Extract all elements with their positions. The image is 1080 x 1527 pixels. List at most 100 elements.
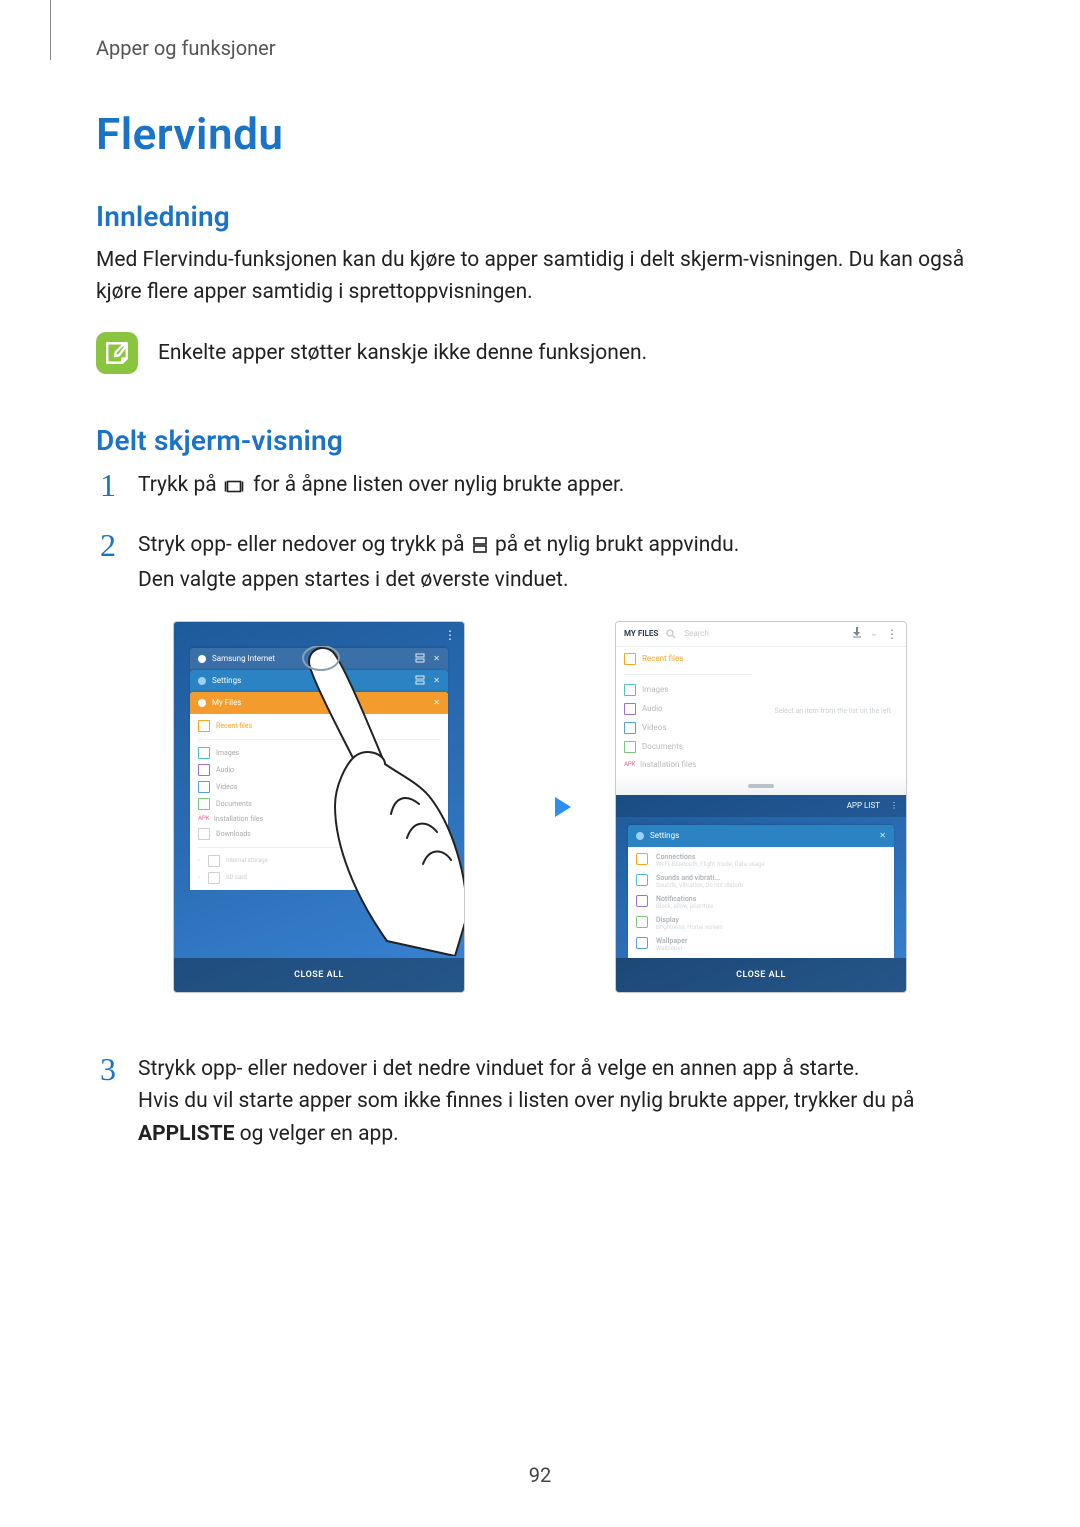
chevron-down-icon: ⌄ [870,628,878,639]
app-icon-dot [636,832,644,840]
arrow-icon [505,792,575,822]
fm-hint: Select an item from the list on the left [340,830,440,837]
card-title: Samsung Internet [212,654,275,663]
setting-title: Connections [656,853,765,861]
running-header: Apper og funksjoner [96,36,984,60]
fm-label: Recent files [642,654,683,663]
intro-paragraph: Med Flervindu-funksjonen kan du kjøre to… [96,245,984,308]
video-icon [624,722,636,734]
appliste-label: APPLISTE [138,1122,234,1146]
fm-label: Downloads [216,830,334,838]
setting-subtitle: Sounds, Vibration, Do not disturb [656,882,743,889]
app-icon-dot [198,677,206,685]
clock-icon [198,720,210,732]
sdcard-icon [208,872,220,884]
download-icon [852,626,862,641]
fm-label: Images [216,749,239,757]
step-row-1: 1 Trykk på for å åpne listen over nylig … [96,469,984,505]
close-all-button[interactable]: CLOSE ALL [616,958,906,992]
recent-card: Settings ✕ ConnectionsWi-Fi, Bluetooth, … [628,825,894,958]
setting-title: Display [656,916,723,924]
step-body: Strykk opp- eller nedover i det nedre vi… [138,1053,984,1151]
page-title: Flervindu [96,108,984,160]
figure-row: ⋮ Samsung Internet ✕ Settings [96,621,984,993]
fm-label: Audio [642,704,663,713]
search-placeholder[interactable]: Search [684,629,709,638]
card-title: Settings [650,831,679,840]
step-row-3: 3 Strykk opp- eller nedover i det nedre … [96,1053,984,1151]
fm-label: Internal storage [226,857,268,864]
more-icon: ⋮ [890,801,898,810]
setting-subtitle: Wallpaper [656,945,687,952]
note-text: Enkelte apper støtter kanskje ikke denne… [158,341,647,365]
top-sidebar: Recent files Images Audio Videos Documen… [616,647,760,775]
step-number: 1 [96,469,120,501]
step3-line2-before: Hvis du vil starte apper som ikke finnes… [138,1089,914,1113]
fm-label: Videos [642,723,666,732]
download-icon [198,828,210,840]
document-icon [624,741,636,753]
split-window-icon [415,653,425,665]
audio-icon [198,764,210,776]
card-title: Settings [212,676,241,685]
notifications-icon [636,895,648,907]
device-statusbar: ⋮ [174,622,464,648]
recent-card: My Files ✕ Recent files Images Audio Vid… [190,692,448,890]
split-window-icon [472,532,488,565]
card-title: My Files [212,698,241,707]
image-icon [198,747,210,759]
setting-subtitle: Brightness, Home screen [656,924,723,931]
top-empty-hint: Select an item from the list on the left [760,647,906,775]
note-row: Enkelte apper støtter kanskje ikke denne… [96,332,984,374]
split-heading: Delt skjerm-visning [96,424,984,457]
fm-label: SD card [226,874,247,881]
split-divider[interactable] [616,775,906,795]
step-body: Trykk på for å åpne listen over nylig br… [138,469,984,505]
top-app-header: MY FILES Search ⌄ ⋮ [616,622,906,647]
bottom-pane-header: APP LIST ⋮ [616,795,906,817]
setting-title: Sounds and vibrati... [656,874,743,882]
close-icon: ✕ [433,676,440,685]
split-handle[interactable] [748,784,774,788]
clock-icon [624,653,636,665]
step1-text-before: Trykk på [138,473,222,497]
fm-label: Documents [216,800,252,808]
fm-label: Recent files [216,722,252,730]
setting-title: Notifications [656,895,713,903]
close-all-button[interactable]: CLOSE ALL [174,958,464,992]
app-list-button[interactable]: APP LIST [847,801,880,810]
close-icon: ✕ [879,831,886,840]
intro-heading: Innledning [96,200,984,233]
step-number: 3 [96,1053,120,1085]
display-icon [636,916,648,928]
split-bottom-pane: APP LIST ⋮ Settings ✕ ConnectionsWi-Fi, … [616,795,906,992]
step2-text-before: Stryk opp- eller nedover og trykk på [138,533,470,557]
recent-card: Samsung Internet ✕ [190,648,448,670]
fm-label: Videos [216,783,237,791]
step3-line1: Strykk opp- eller nedover i det nedre vi… [138,1057,859,1081]
close-icon: ✕ [433,654,440,663]
page-content: Apper og funksjoner Flervindu Innledning… [0,0,1080,1150]
device-right: MY FILES Search ⌄ ⋮ Recent files Images … [615,621,907,993]
step2-text-after: på et nylig brukt appvindu. [495,533,739,557]
apk-icon: APK [198,815,208,822]
document-icon [198,798,210,810]
fm-label: Documents [642,742,683,751]
setting-title: Wallpaper [656,937,687,945]
page-number: 92 [0,1463,1080,1487]
wallpaper-icon [636,937,648,949]
audio-icon [624,703,636,715]
recent-card: Settings ✕ [190,670,448,692]
fm-label: Audio [216,766,234,774]
image-icon [624,684,636,696]
close-icon: ✕ [433,698,440,707]
setting-subtitle: Block, allow, prioritize [656,903,713,910]
setting-subtitle: Wi-Fi, Bluetooth, Flight mode, Data usag… [656,861,765,868]
connections-icon [636,853,648,865]
fm-label: Installation files [640,760,696,769]
fm-label: Images [642,685,668,694]
step-row-2: 2 Stryk opp- eller nedover og trykk på p… [96,529,984,597]
fm-label: Installation files [214,815,263,823]
bottom-recent-stack: Settings ✕ ConnectionsWi-Fi, Bluetooth, … [616,817,906,958]
step-body: Stryk opp- eller nedover og trykk på på … [138,529,984,597]
